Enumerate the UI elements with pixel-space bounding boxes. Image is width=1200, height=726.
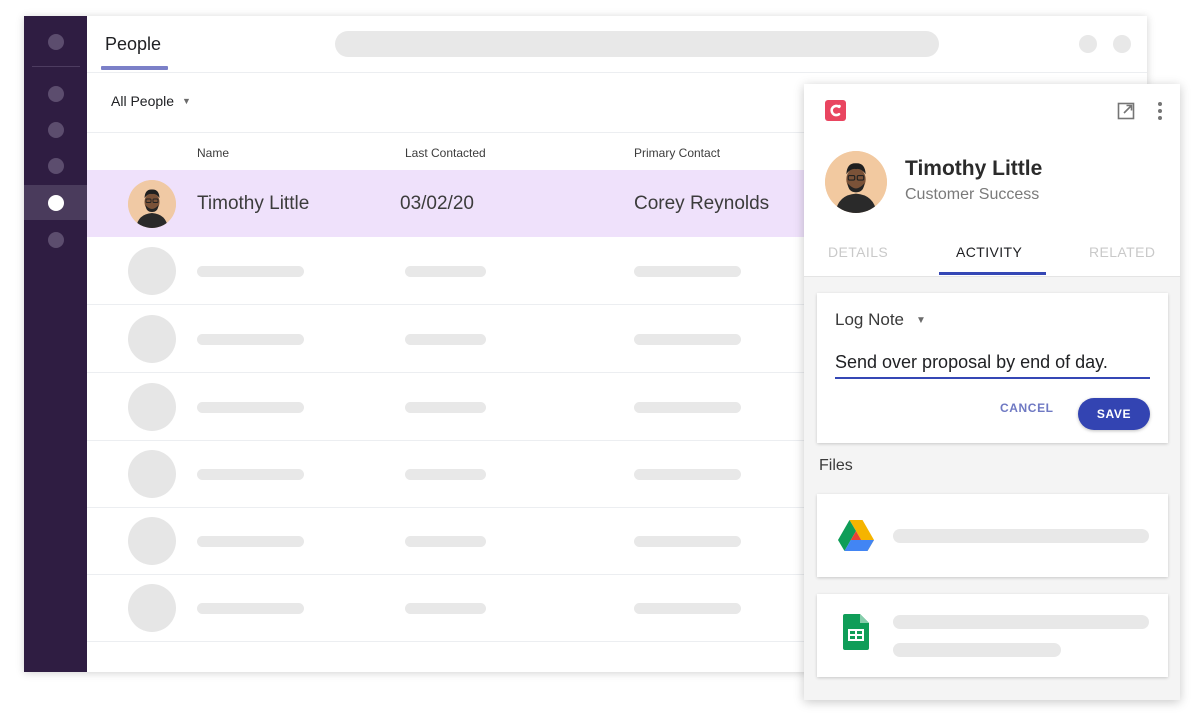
- top-action-icon-2[interactable]: [1113, 35, 1131, 53]
- date-placeholder: [405, 469, 486, 480]
- avatar-placeholder: [128, 247, 176, 295]
- name-placeholder: [197, 402, 304, 413]
- log-note-card: Log Note ▼ CANCEL SAVE: [817, 293, 1168, 443]
- file-meta-placeholder: [893, 643, 1061, 657]
- note-type-dropdown[interactable]: Log Note ▼: [835, 310, 926, 330]
- name-placeholder: [197, 536, 304, 547]
- avatar-placeholder: [128, 450, 176, 498]
- avatar-placeholder: [128, 584, 176, 632]
- page-title: People: [105, 34, 162, 54]
- contact-placeholder: [634, 469, 741, 480]
- panel-tabs: DETAILS ACTIVITY RELATED: [804, 232, 1180, 277]
- file-name-placeholder: [893, 615, 1149, 629]
- column-header-name[interactable]: Name: [197, 146, 229, 160]
- contact-avatar: [825, 151, 887, 213]
- name-placeholder: [197, 266, 304, 277]
- app-sidebar: [24, 16, 87, 672]
- caret-down-icon: ▼: [916, 315, 926, 326]
- sidebar-home-icon[interactable]: [48, 34, 64, 50]
- google-drive-icon: [837, 519, 875, 558]
- column-header-primary-contact[interactable]: Primary Contact: [634, 146, 720, 160]
- file-item[interactable]: [817, 494, 1168, 577]
- contact-role: Customer Success: [905, 186, 1040, 203]
- sidebar-nav-icon-2[interactable]: [48, 122, 64, 138]
- person-photo-icon: [128, 180, 176, 228]
- contact-side-panel: Timothy Little Customer Success DETAILS …: [804, 84, 1180, 700]
- google-sheets-icon: [843, 614, 869, 655]
- contact-placeholder: [634, 536, 741, 547]
- date-placeholder: [405, 402, 486, 413]
- copper-logo-icon: [825, 100, 846, 121]
- sidebar-nav-icon-3[interactable]: [48, 158, 64, 174]
- file-item[interactable]: [817, 594, 1168, 677]
- sidebar-nav-icon-5[interactable]: [48, 232, 64, 248]
- top-bar: People: [87, 16, 1147, 73]
- avatar-placeholder: [128, 517, 176, 565]
- page-title-underline: [101, 66, 168, 70]
- open-external-icon[interactable]: [1117, 102, 1135, 125]
- name-placeholder: [197, 469, 304, 480]
- file-name-placeholder: [893, 529, 1149, 543]
- contact-placeholder: [634, 266, 741, 277]
- row-name: Timothy Little: [197, 193, 310, 214]
- active-tab-indicator: [939, 272, 1046, 275]
- name-placeholder: [197, 334, 304, 345]
- contact-placeholder: [634, 603, 741, 614]
- search-bar[interactable]: [335, 31, 939, 57]
- sidebar-divider: [32, 66, 80, 67]
- avatar: [128, 180, 176, 228]
- date-placeholder: [405, 334, 486, 345]
- date-placeholder: [405, 536, 486, 547]
- row-primary-contact: Corey Reynolds: [634, 193, 770, 214]
- tab-related[interactable]: RELATED: [1089, 244, 1155, 260]
- avatar-placeholder: [128, 383, 176, 431]
- save-button[interactable]: SAVE: [1078, 398, 1150, 430]
- name-placeholder: [197, 603, 304, 614]
- contact-name: Timothy Little: [905, 157, 1043, 180]
- caret-down-icon: ▼: [182, 96, 191, 106]
- contact-placeholder: [634, 334, 741, 345]
- date-placeholder: [405, 266, 486, 277]
- note-type-label: Log Note: [835, 310, 904, 329]
- view-filter-dropdown[interactable]: All People ▼: [111, 93, 191, 109]
- more-options-icon[interactable]: [1156, 101, 1164, 126]
- row-last-contacted: 03/02/20: [400, 193, 474, 214]
- sidebar-nav-icon-1[interactable]: [48, 86, 64, 102]
- top-action-icon-1[interactable]: [1079, 35, 1097, 53]
- column-header-last-contacted[interactable]: Last Contacted: [405, 146, 486, 160]
- contact-placeholder: [634, 402, 741, 413]
- tab-details[interactable]: DETAILS: [828, 244, 888, 260]
- files-section-label: Files: [819, 457, 853, 474]
- sidebar-people-icon[interactable]: [48, 195, 64, 211]
- cancel-button[interactable]: CANCEL: [1000, 401, 1054, 415]
- avatar-placeholder: [128, 315, 176, 363]
- view-filter-label: All People: [111, 93, 175, 109]
- tab-activity[interactable]: ACTIVITY: [956, 244, 1022, 260]
- date-placeholder: [405, 603, 486, 614]
- panel-body: Log Note ▼ CANCEL SAVE Files: [804, 277, 1180, 700]
- note-input[interactable]: [835, 347, 1150, 379]
- person-photo-icon: [825, 151, 887, 213]
